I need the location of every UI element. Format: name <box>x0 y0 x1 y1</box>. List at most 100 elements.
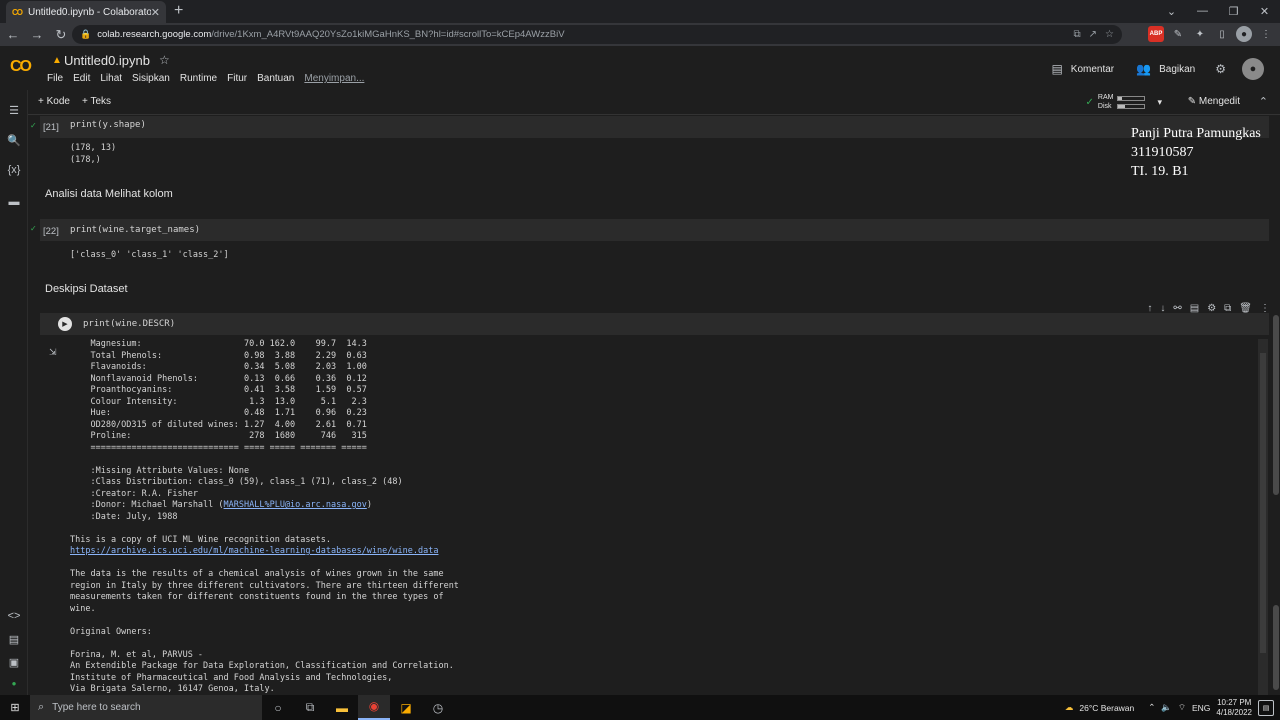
notebook-scrollbar[interactable] <box>1272 315 1280 695</box>
weather-icon: ☁ <box>1064 702 1074 712</box>
menu-help[interactable]: Bantuan <box>257 73 294 84</box>
copy-line: This is a copy of UCI ML Wine recognitio… <box>70 534 331 545</box>
extension-icon[interactable]: ✎ <box>1170 26 1186 42</box>
menu-view[interactable]: Lihat <box>100 73 122 84</box>
clock-date: 4/18/2022 <box>1216 707 1252 717</box>
weather-text[interactable]: 26°C Berawan <box>1079 703 1134 713</box>
menu-tools[interactable]: Fitur <box>227 73 247 84</box>
disk-label: Disk <box>1097 103 1112 110</box>
taskbar-apps: ○ ⧉ ▬ ◉ ◪ ◷ <box>262 695 454 720</box>
volume-icon[interactable]: 🔈 <box>1161 702 1172 713</box>
files-folder-icon[interactable]: ▬ <box>0 196 28 208</box>
tray-chevron-icon[interactable]: ⌃ <box>1148 702 1155 713</box>
share-page-icon[interactable]: ↗ <box>1089 29 1097 40</box>
code-text[interactable]: print(wine.target_names) <box>70 225 200 235</box>
windows-taskbar: ⊞ ⌕ Type here to search ○ ⧉ ▬ ◉ ◪ ◷ ☁ 26… <box>0 695 1280 720</box>
notification-icon[interactable]: ▤ <box>1258 699 1274 716</box>
resource-dropdown-icon[interactable]: ▾ <box>1157 97 1162 108</box>
code-text[interactable]: print(wine.DESCR) <box>83 319 175 329</box>
student-name: Panji Putra Pamungkas <box>1131 126 1261 141</box>
windows-start-icon[interactable]: ⊞ <box>0 701 30 714</box>
text-cell[interactable]: Analisi data Melihat kolom <box>45 188 173 200</box>
wifi-icon[interactable]: ⌔ <box>1178 702 1186 713</box>
ram-bar <box>1117 95 1146 101</box>
header-actions: ▤ Komentar 👥 Bagikan ⚙ ● <box>1051 58 1264 80</box>
taskbar-clock[interactable]: 10:27 PM 4/18/2022 <box>1216 698 1252 718</box>
output-scrollbar[interactable] <box>1258 339 1268 695</box>
settings-gear-icon[interactable]: ⚙ <box>1215 62 1226 76</box>
donor-suffix: ) <box>366 500 372 510</box>
close-tab-icon[interactable]: ✕ <box>151 6 160 19</box>
file-explorer-icon[interactable]: ▬ <box>326 701 358 715</box>
clock-time: 10:27 PM <box>1217 697 1252 707</box>
search-placeholder: Type here to search <box>52 702 141 713</box>
adblock-icon[interactable]: ABP <box>1148 26 1164 42</box>
sticky-notes-icon[interactable]: ◪ <box>390 701 422 715</box>
browser-tab[interactable]: CO Untitled0.ipynb - Colaboratory ✕ <box>6 1 166 23</box>
notebook-title[interactable]: Untitled0.ipynb <box>64 53 150 68</box>
output-clear-icon[interactable]: ⇲ <box>49 347 57 358</box>
cell-output: (178, 13) (178,) <box>70 143 117 165</box>
menu-insert[interactable]: Sisipkan <box>132 73 170 84</box>
code-snippets-icon[interactable]: <> <box>0 610 28 622</box>
search-icon[interactable]: 🔍 <box>0 134 28 147</box>
clock-app-icon[interactable]: ◷ <box>422 701 454 715</box>
drive-icon: ▲ <box>52 55 62 66</box>
menu-edit[interactable]: Edit <box>73 73 90 84</box>
saving-status: Menyimpan... <box>304 73 365 84</box>
colab-logo-icon[interactable]: CO <box>10 58 32 76</box>
ram-label: RAM <box>1097 94 1114 101</box>
bookmark-star-icon[interactable]: ☆ <box>1105 29 1114 40</box>
menu-runtime[interactable]: Runtime <box>180 73 217 84</box>
edit-mode-button[interactable]: ✎ Mengedit <box>1188 96 1240 107</box>
tab-search-icon[interactable]: ⌄ <box>1156 0 1187 22</box>
url-path: /drive/1Kxm_A4RVt9AAQ20YsZo1kiMGaHnKS_BN… <box>211 29 565 40</box>
terminal-icon[interactable]: ▣ <box>0 656 28 669</box>
forward-button[interactable]: → <box>26 27 48 42</box>
share-button[interactable]: Bagikan <box>1159 64 1195 75</box>
resource-monitor[interactable]: ✓ RAM Disk ▾ <box>1086 93 1162 111</box>
variables-icon[interactable]: {x} <box>0 164 28 176</box>
chrome-icon[interactable]: ◉ <box>358 695 390 720</box>
browser-menu-icon[interactable]: ⋮ <box>1258 26 1274 42</box>
run-cell-icon[interactable]: ▶ <box>58 317 72 331</box>
restore-button[interactable]: ❐ <box>1218 0 1249 22</box>
donor-email-link[interactable]: MARSHALL%PLU@io.arc.nasa.gov <box>224 500 367 510</box>
puzzle-icon[interactable]: ✦ <box>1192 26 1208 42</box>
code-text[interactable]: print(y.shape) <box>70 120 146 130</box>
task-view-icon[interactable]: ⧉ <box>294 700 326 715</box>
cell-ok-icon: ✓ <box>30 121 37 130</box>
url-input[interactable]: 🔒 colab.research.google.com/drive/1Kxm_A… <box>72 25 1122 44</box>
close-window-button[interactable]: ✕ <box>1249 0 1280 22</box>
extensions-area: ABP ✎ ✦ ▯ ● ⋮ <box>1148 26 1280 42</box>
command-palette-icon[interactable]: ▤ <box>0 633 28 646</box>
cortana-icon[interactable]: ○ <box>262 701 294 715</box>
sidebar-icon[interactable]: ▯ <box>1214 26 1230 42</box>
student-overlay: Panji Putra Pamungkas 311910587 TI. 19. … <box>1131 124 1261 181</box>
user-avatar[interactable]: ● <box>1242 58 1264 80</box>
uci-data-link[interactable]: https://archive.ics.uci.edu/ml/machine-l… <box>70 546 438 556</box>
new-tab-button[interactable]: + <box>174 2 183 20</box>
code-cell-22[interactable]: ✓ [22] print(wine.target_names) <box>30 219 1269 241</box>
toc-icon[interactable]: ☰ <box>0 104 28 117</box>
text-cell[interactable]: Deskipsi Dataset <box>45 283 128 295</box>
reload-button[interactable]: ↻ <box>50 27 72 43</box>
taskbar-search-input[interactable]: ⌕ Type here to search <box>30 695 262 720</box>
comment-button[interactable]: Komentar <box>1071 64 1114 75</box>
collapse-header-icon[interactable]: ⌃ <box>1259 95 1268 108</box>
code-cell-23[interactable]: ▶ print(wine.DESCR) <box>40 313 1269 335</box>
add-code-button[interactable]: + Kode <box>38 96 70 107</box>
menu-file[interactable]: File <box>47 73 63 84</box>
language-indicator[interactable]: ENG <box>1192 703 1210 713</box>
add-text-button[interactable]: + Teks <box>82 96 111 107</box>
star-icon[interactable]: ☆ <box>159 53 170 67</box>
address-bar-row: ← → ↻ 🔒 colab.research.google.com/drive/… <box>0 23 1280 46</box>
profile-avatar-icon[interactable]: ● <box>1236 26 1252 42</box>
code-cell-21[interactable]: ✓ [21] print(y.shape) <box>30 116 1269 138</box>
date-line: :Date: July, 1988 <box>70 511 178 522</box>
minimize-button[interactable]: — <box>1187 0 1218 22</box>
translate-icon[interactable]: ⧉ <box>1074 29 1081 40</box>
browser-tab-strip: CO Untitled0.ipynb - Colaboratory ✕ + ⌄ … <box>0 0 1280 23</box>
back-button[interactable]: ← <box>2 27 24 42</box>
lock-icon[interactable]: 🔒 <box>80 29 91 40</box>
